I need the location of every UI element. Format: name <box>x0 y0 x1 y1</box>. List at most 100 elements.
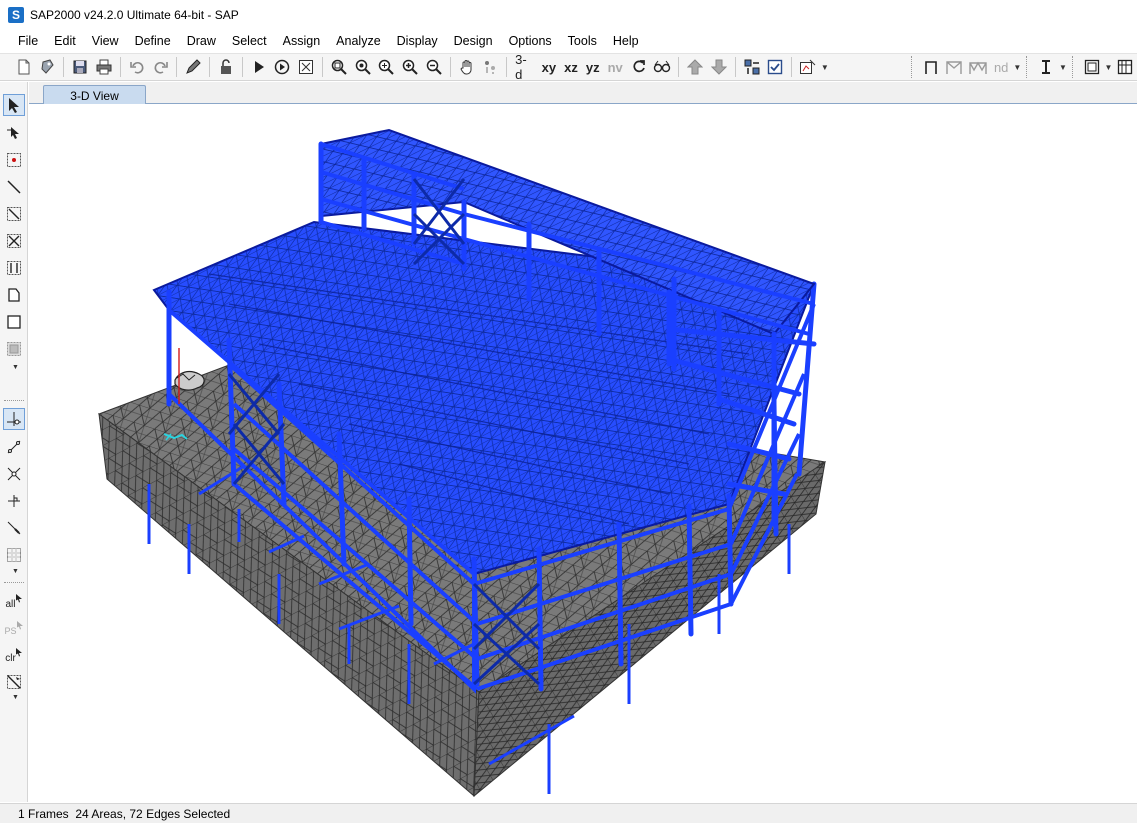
dropdown-arrow-icon[interactable]: ▼ <box>1012 56 1022 78</box>
toolbar-grip <box>1026 56 1030 78</box>
open-file-icon[interactable] <box>37 56 59 78</box>
rotate-view-icon[interactable] <box>628 56 650 78</box>
structural-model-3d[interactable] <box>29 104 1137 802</box>
main-toolbar: 3-d xy xz yz nv ▼ nd ▼ ▼ ▼ <box>0 52 1137 82</box>
area-section-icon[interactable] <box>1081 56 1103 78</box>
toolbar-separator <box>678 57 680 77</box>
clear-selection-button[interactable]: clr <box>3 644 25 666</box>
view-nd-button[interactable]: nd <box>990 56 1012 78</box>
dropdown-arrow-icon[interactable]: ▼ <box>820 56 830 78</box>
status-bar: 1 Frames 24 Areas, 72 Edges Selected <box>0 803 1137 823</box>
menu-view[interactable]: View <box>84 30 127 52</box>
quick-draw-frame-icon[interactable] <box>3 203 25 225</box>
undo-icon[interactable] <box>126 56 148 78</box>
toolbar-separator <box>449 57 451 77</box>
quick-draw-area-icon[interactable] <box>3 338 25 360</box>
draw-frame-line-icon[interactable] <box>3 176 25 198</box>
toolbar-grip <box>4 582 24 585</box>
menu-display[interactable]: Display <box>389 30 446 52</box>
snap-points-icon[interactable] <box>3 408 25 430</box>
move-down-icon[interactable] <box>708 56 730 78</box>
view-nv-button[interactable]: nv <box>604 56 627 78</box>
snap-line-ends-icon[interactable] <box>3 436 25 458</box>
reshape-icon[interactable] <box>3 122 25 144</box>
dropdown-arrow-icon[interactable]: ▼ <box>12 364 19 371</box>
menu-analyze[interactable]: Analyze <box>328 30 388 52</box>
model-explorer-icon[interactable] <box>295 56 317 78</box>
selection-status-text: 1 Frames 24 Areas, 72 Edges Selected <box>18 806 231 821</box>
toolbar-separator <box>734 57 736 77</box>
toolbar-separator <box>322 57 323 77</box>
perspective-icon[interactable] <box>652 56 674 78</box>
redo-icon[interactable] <box>150 56 172 78</box>
toolbar-grip <box>1071 56 1076 78</box>
select-previous-button[interactable]: PS <box>3 617 25 639</box>
snap-perpendicular-icon[interactable] <box>3 490 25 512</box>
quick-draw-secondary-icon[interactable] <box>3 257 25 279</box>
dropdown-arrow-icon[interactable]: ▼ <box>12 694 19 701</box>
toolbar-separator <box>119 57 121 77</box>
view-xy-button[interactable]: xy <box>538 56 560 78</box>
menu-select[interactable]: Select <box>224 30 275 52</box>
zoom-out-icon[interactable] <box>423 56 445 78</box>
view-3d-button[interactable]: 3-d <box>511 52 538 82</box>
new-file-icon[interactable] <box>13 56 35 78</box>
lock-icon[interactable] <box>215 56 237 78</box>
run-analysis-icon[interactable] <box>248 56 270 78</box>
view-xz-button[interactable]: xz <box>560 56 582 78</box>
draw-braced-frame-icon[interactable] <box>943 56 965 78</box>
toolbar-separator <box>176 57 178 77</box>
toolbar-separator <box>241 57 243 77</box>
window-title: SAP2000 v24.2.0 Ultimate 64-bit - SAP <box>30 8 239 22</box>
dropdown-arrow-icon[interactable]: ▼ <box>1104 56 1114 78</box>
menu-help[interactable]: Help <box>605 30 647 52</box>
draw-frame-icon[interactable] <box>920 56 942 78</box>
snap-grid-icon[interactable] <box>3 544 25 566</box>
menu-tools[interactable]: Tools <box>560 30 605 52</box>
menu-edit[interactable]: Edit <box>46 30 84 52</box>
toolbar-grip <box>4 400 24 403</box>
menu-assign[interactable]: Assign <box>275 30 329 52</box>
tab-3d-view[interactable]: 3-D View <box>43 85 146 105</box>
zoom-previous-icon[interactable] <box>375 56 397 78</box>
toolbar-separator <box>791 57 793 77</box>
zoom-full-icon[interactable] <box>352 56 374 78</box>
save-icon[interactable] <box>69 56 91 78</box>
zoom-in-icon[interactable] <box>399 56 421 78</box>
app-logo-icon: S <box>8 7 24 23</box>
model-viewport-3d[interactable] <box>29 104 1137 802</box>
move-up-icon[interactable] <box>684 56 706 78</box>
draw-poly-area-icon[interactable] <box>3 284 25 306</box>
menu-options[interactable]: Options <box>501 30 560 52</box>
rubber-band-icon[interactable] <box>479 56 501 78</box>
snap-extension-icon[interactable] <box>3 517 25 539</box>
pan-hand-icon[interactable] <box>456 56 478 78</box>
view-yz-button[interactable]: yz <box>582 56 604 78</box>
zoom-window-icon[interactable] <box>328 56 350 78</box>
view-tab-strip: 3-D View <box>29 82 1137 105</box>
pointer-select-icon[interactable] <box>3 94 25 116</box>
title-bar: S SAP2000 v24.2.0 Ultimate 64-bit - SAP <box>0 0 1137 30</box>
print-icon[interactable] <box>93 56 115 78</box>
menu-define[interactable]: Define <box>127 30 179 52</box>
run-step-icon[interactable] <box>272 56 294 78</box>
select-all-button[interactable]: all <box>3 590 25 612</box>
draw-truss-icon[interactable] <box>967 56 989 78</box>
snap-intersections-icon[interactable] <box>3 463 25 485</box>
section-icon[interactable] <box>1035 56 1057 78</box>
menu-design[interactable]: Design <box>446 30 501 52</box>
quick-draw-brace-icon[interactable] <box>3 230 25 252</box>
dropdown-arrow-icon[interactable]: ▼ <box>1058 56 1068 78</box>
assign-display-icon[interactable] <box>797 56 819 78</box>
display-options-icon[interactable] <box>741 56 763 78</box>
draw-joint-icon[interactable] <box>3 149 25 171</box>
menu-draw[interactable]: Draw <box>179 30 224 52</box>
intersecting-line-select-icon[interactable] <box>3 671 25 693</box>
draw-rect-area-icon[interactable] <box>3 311 25 333</box>
pencil-icon[interactable] <box>182 56 204 78</box>
menu-file[interactable]: File <box>10 30 46 52</box>
grid-system-icon[interactable] <box>1114 56 1136 78</box>
toolbar-separator <box>506 57 508 77</box>
dropdown-arrow-icon[interactable]: ▼ <box>12 568 19 575</box>
set-display-options-icon[interactable] <box>764 56 786 78</box>
